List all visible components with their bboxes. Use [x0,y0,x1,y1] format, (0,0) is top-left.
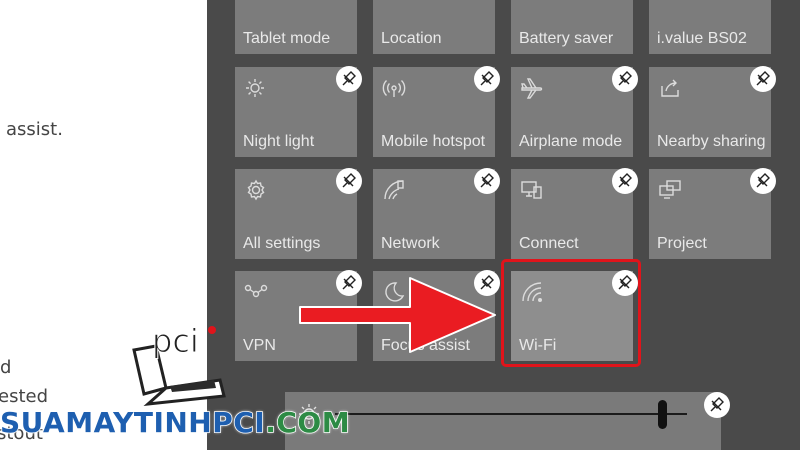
tile-location[interactable]: Location [373,0,495,54]
tile-label: Mobile hotspot [381,133,486,150]
gear-icon [243,177,269,203]
project-icon [657,177,683,203]
tile-all-settings[interactable]: All settings [235,168,362,259]
tile-label: Connect [519,235,579,252]
tile-nearby-sharing[interactable]: Nearby sharing [649,66,776,157]
mobile-hotspot-icon [381,75,407,101]
unpin-icon[interactable] [612,168,638,194]
tile-bluetooth-device[interactable]: i.value BS02 [649,0,771,54]
airplane-icon [519,75,545,101]
svg-text:pci: pci [152,322,199,360]
watermark-part: SUAMAYTINH [0,405,213,440]
left-text-line: d [0,357,12,378]
tile-label: Project [657,235,707,252]
tile-label: VPN [243,337,276,354]
action-center: Tablet mode Location Battery saver i.val… [207,0,800,450]
unpin-icon[interactable] [704,392,730,418]
tile-label: All settings [243,235,321,252]
tile-tablet-mode[interactable]: Tablet mode [235,0,357,54]
unpin-icon[interactable] [336,168,362,194]
brightness-track[interactable] [335,413,687,415]
tile-label: Airplane mode [519,133,623,150]
tile-connect[interactable]: Connect [511,168,638,259]
watermark-part: PCI [211,405,266,440]
tile-label: Battery saver [519,30,614,47]
network-icon [381,177,407,203]
tile-project[interactable]: Project [649,168,776,259]
tile-label: Night light [243,133,315,150]
tile-label: Nearby sharing [657,133,766,150]
nearby-sharing-icon [657,75,683,101]
red-arrow-annotation [299,277,496,353]
watermark: SUAMAYTINHPCI.COM [0,405,351,440]
brightness-thumb[interactable] [658,400,668,429]
tile-mobile-hotspot[interactable]: Mobile hotspot [373,66,500,157]
unpin-icon[interactable] [336,66,362,92]
night-light-icon [243,75,269,101]
watermark-part: .COM [264,405,351,440]
tile-network[interactable]: Network [373,168,500,259]
tile-label: Location [381,30,442,47]
brightness-slider-bar [285,392,730,450]
tile-label: Tablet mode [243,30,331,47]
tile-airplane-mode[interactable]: Airplane mode [511,66,638,157]
unpin-icon[interactable] [474,168,500,194]
tile-battery-saver[interactable]: Battery saver [511,0,633,54]
tile-night-light[interactable]: Night light [235,66,362,157]
left-text-line: ested [0,386,49,407]
tile-label: i.value BS02 [657,30,747,47]
unpin-icon[interactable] [474,66,500,92]
unpin-icon[interactable] [750,66,776,92]
wifi-highlight-box [501,259,641,367]
vpn-icon [243,279,269,305]
unpin-icon[interactable] [750,168,776,194]
unpin-icon[interactable] [612,66,638,92]
pci-logo: pci [132,322,226,406]
connect-icon [519,177,545,203]
tile-label: Network [381,235,440,252]
left-text-line: assist. [6,119,63,140]
